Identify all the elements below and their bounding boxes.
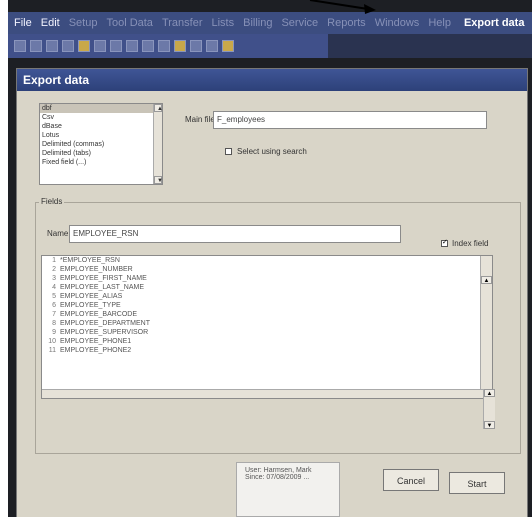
annotation-arrow-icon bbox=[309, 0, 376, 14]
